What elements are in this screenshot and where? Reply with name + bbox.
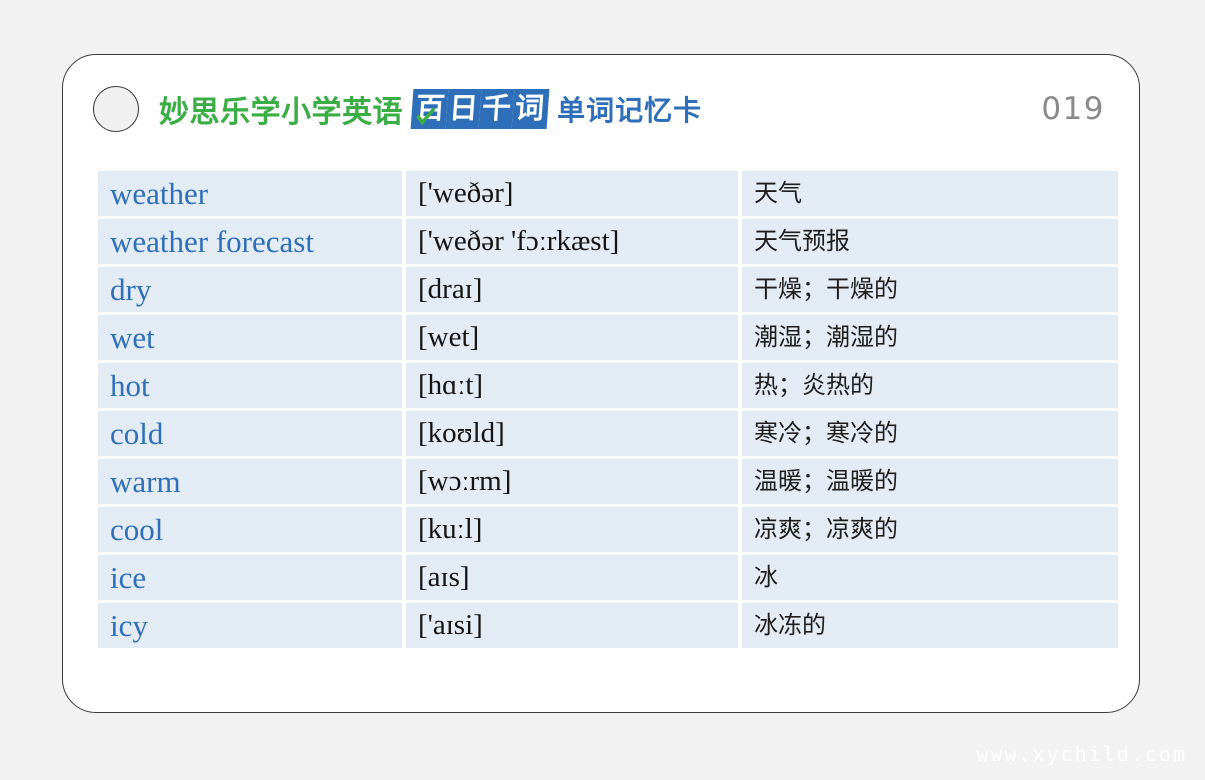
logo-char-2: 日 — [445, 89, 482, 129]
word-cell: warm — [98, 459, 402, 504]
word-cell-text: weather forecast — [110, 224, 314, 259]
meaning-cell: 潮湿；潮湿的 — [742, 315, 1118, 360]
meaning-cell-text: 冰 — [754, 563, 778, 591]
table-row: hot [hɑːt] 热；炎热的 — [98, 363, 1118, 408]
word-cell-text: wet — [110, 320, 155, 355]
meaning-cell-text: 热；炎热的 — [754, 371, 874, 399]
meaning-cell: 干燥；干燥的 — [742, 267, 1118, 312]
logo-char-4: 词 — [511, 89, 550, 129]
meaning-cell-text: 潮湿；潮湿的 — [754, 323, 898, 351]
word-cell: weather forecast — [98, 219, 402, 264]
table-row: cool [kuːl] 凉爽；凉爽的 — [98, 507, 1118, 552]
table-row: dry [draɪ] 干燥；干燥的 — [98, 267, 1118, 312]
logo-char-1: 百 — [410, 89, 449, 129]
word-cell-text: warm — [110, 464, 181, 499]
table-row: wet [wet] 潮湿；潮湿的 — [98, 315, 1118, 360]
meaning-cell: 天气预报 — [742, 219, 1118, 264]
pronunciation-cell-text: [wɔːrm] — [418, 465, 512, 497]
pronunciation-cell-text: [wet] — [418, 321, 480, 353]
brand-title-green: 妙思乐学小学英语 — [159, 95, 403, 130]
table-row: icy ['aɪsi] 冰冻的 — [98, 603, 1118, 648]
bairiqianci-logo: 百 日 千 词 — [410, 89, 550, 129]
meaning-cell-text: 冰冻的 — [754, 611, 826, 639]
word-cell-text: icy — [110, 608, 148, 643]
pronunciation-cell: [kuːl] — [406, 507, 738, 552]
pronunciation-cell-text: ['weðər] — [418, 177, 514, 209]
word-cell-text: dry — [110, 272, 152, 307]
pronunciation-cell: [wet] — [406, 315, 738, 360]
meaning-cell-text: 寒冷；寒冷的 — [754, 419, 898, 447]
meaning-cell: 冰 — [742, 555, 1118, 600]
pronunciation-cell: [aɪs] — [406, 555, 738, 600]
meaning-cell-text: 天气预报 — [754, 227, 850, 255]
word-cell: hot — [98, 363, 402, 408]
meaning-cell: 寒冷；寒冷的 — [742, 411, 1118, 456]
table-row: cold [koʊld] 寒冷；寒冷的 — [98, 411, 1118, 456]
table-row: ice [aɪs] 冰 — [98, 555, 1118, 600]
pronunciation-cell-text: [draɪ] — [418, 273, 483, 305]
pronunciation-cell: [koʊld] — [406, 411, 738, 456]
meaning-cell-text: 温暖；温暖的 — [754, 467, 898, 495]
word-cell: wet — [98, 315, 402, 360]
brand-title-blue: 单词记忆卡 — [557, 94, 703, 127]
word-cell: cold — [98, 411, 402, 456]
pronunciation-cell-text: [hɑːt] — [418, 369, 484, 401]
pronunciation-cell: ['weðər] — [406, 171, 738, 216]
meaning-cell-text: 天气 — [754, 179, 802, 207]
table-row: weather forecast ['weðər 'fɔːrkæst] 天气预报 — [98, 219, 1118, 264]
meaning-cell: 热；炎热的 — [742, 363, 1118, 408]
word-cell-text: hot — [110, 368, 150, 403]
word-cell-text: cold — [110, 416, 164, 451]
word-cell-text: weather — [110, 176, 209, 211]
circle-icon — [93, 86, 139, 132]
logo-char-3: 千 — [478, 89, 515, 129]
word-cell-text: ice — [110, 560, 147, 595]
word-cell-text: cool — [110, 512, 164, 547]
pronunciation-cell-text: [aɪs] — [418, 561, 470, 593]
pronunciation-cell-text: [kuːl] — [418, 513, 483, 545]
pronunciation-cell: [hɑːt] — [406, 363, 738, 408]
meaning-cell-text: 凉爽；凉爽的 — [754, 515, 898, 543]
word-cell: ice — [98, 555, 402, 600]
card-header: 妙思乐学小学英语 百 日 千 词 单词记忆卡 019 — [63, 55, 1139, 163]
word-cell: dry — [98, 267, 402, 312]
card-index-number: 019 — [1041, 91, 1105, 127]
word-cell: icy — [98, 603, 402, 648]
word-memory-card: 妙思乐学小学英语 百 日 千 词 单词记忆卡 019 weather ['weðə… — [62, 54, 1140, 713]
site-watermark: www.xychild.com — [976, 742, 1187, 766]
meaning-cell: 天气 — [742, 171, 1118, 216]
table-row: weather ['weðər] 天气 — [98, 171, 1118, 216]
word-list-table: weather ['weðər] 天气 weather forecast ['weðər… — [94, 168, 1122, 651]
word-cell: weather — [98, 171, 402, 216]
pronunciation-cell: ['aɪsi] — [406, 603, 738, 648]
meaning-cell: 冰冻的 — [742, 603, 1118, 648]
pronunciation-cell: [draɪ] — [406, 267, 738, 312]
meaning-cell: 温暖；温暖的 — [742, 459, 1118, 504]
pronunciation-cell-text: ['aɪsi] — [418, 609, 483, 641]
meaning-cell: 凉爽；凉爽的 — [742, 507, 1118, 552]
pronunciation-cell: ['weðər 'fɔːrkæst] — [406, 219, 738, 264]
word-cell: cool — [98, 507, 402, 552]
meaning-cell-text: 干燥；干燥的 — [754, 275, 898, 303]
pronunciation-cell: [wɔːrm] — [406, 459, 738, 504]
pronunciation-cell-text: ['weðər 'fɔːrkæst] — [418, 225, 620, 257]
pronunciation-cell-text: [koʊld] — [418, 417, 505, 449]
table-row: warm [wɔːrm] 温暖；温暖的 — [98, 459, 1118, 504]
